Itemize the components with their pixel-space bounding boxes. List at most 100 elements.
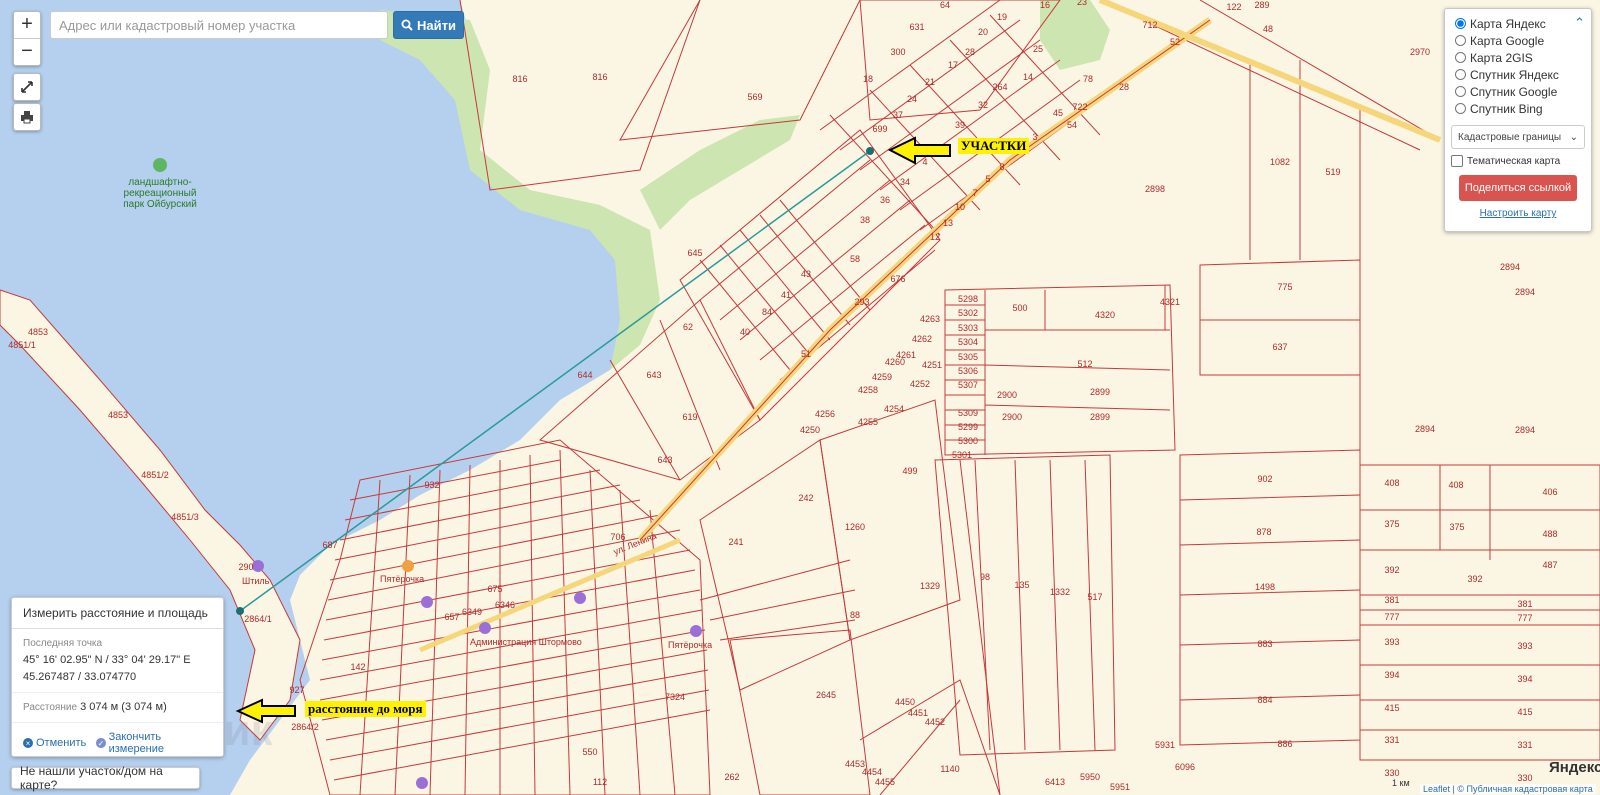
parcel-number-label[interactable]: 687: [322, 540, 337, 550]
admin-icon[interactable]: [479, 622, 491, 634]
parcel-number-label[interactable]: 722: [1072, 102, 1087, 112]
thematic-map-checkbox[interactable]: Тематическая карта: [1451, 155, 1585, 167]
parcel-number-label[interactable]: 242: [798, 493, 813, 503]
parcel-number-label[interactable]: 408: [1448, 480, 1463, 490]
parcel-number-label[interactable]: 927: [289, 685, 304, 695]
parcel-number-label[interactable]: 3: [1032, 132, 1037, 142]
parcel-number-label[interactable]: 816: [512, 74, 527, 84]
parcel-number-label[interactable]: 5303: [958, 323, 978, 333]
parcel-number-label[interactable]: 262: [724, 772, 739, 782]
parcel-number-label[interactable]: 902: [1257, 474, 1272, 484]
parcel-number-label[interactable]: 51: [801, 349, 811, 359]
parcel-number-label[interactable]: 381: [1384, 595, 1399, 605]
poi-icon[interactable]: [421, 596, 433, 608]
parcel-number-label[interactable]: 12: [930, 232, 940, 242]
parcel-number-label[interactable]: 512: [1077, 359, 1092, 369]
parcel-number-label[interactable]: 5309: [958, 408, 978, 418]
parcel-number-label[interactable]: 1140: [940, 764, 959, 774]
parcel-number-label[interactable]: 4452: [925, 717, 945, 727]
parcel-number-label[interactable]: 21: [925, 77, 935, 87]
parcel-number-label[interactable]: 4251: [922, 360, 942, 370]
parcel-number-label[interactable]: 5307: [958, 380, 978, 390]
parcel-number-label[interactable]: 675: [487, 584, 502, 594]
parcel-number-label[interactable]: 816: [592, 72, 607, 82]
parcel-number-label[interactable]: 393: [1517, 641, 1532, 651]
parcel-number-label[interactable]: 331: [1384, 735, 1399, 745]
parcel-number-label[interactable]: 28: [1119, 82, 1129, 92]
parcel-number-label[interactable]: 394: [1517, 674, 1532, 684]
parcel-number-label[interactable]: 330: [1384, 768, 1399, 778]
parcel-number-label[interactable]: 5300: [958, 436, 978, 446]
parcel-number-label[interactable]: 24: [907, 94, 917, 104]
parcel-number-label[interactable]: 643: [646, 370, 661, 380]
parcel-number-label[interactable]: 2900: [997, 390, 1017, 400]
parcel-number-label[interactable]: 4851/1: [8, 340, 36, 350]
parcel-number-label[interactable]: 2899: [1090, 412, 1110, 422]
parcel-number-label[interactable]: 84: [762, 307, 772, 317]
parcel-number-label[interactable]: 676: [890, 274, 905, 284]
parcel-number-label[interactable]: 6413: [1045, 777, 1065, 787]
parcel-number-label[interactable]: 5298: [958, 294, 978, 304]
configure-map-link[interactable]: Настроить карту: [1451, 208, 1585, 219]
parcel-number-label[interactable]: 16: [1040, 0, 1050, 10]
parcel-number-label[interactable]: 2894: [1415, 424, 1435, 434]
parcel-number-label[interactable]: 4258: [858, 385, 878, 395]
parcel-number-label[interactable]: 2864/2: [291, 722, 319, 732]
parcel-number-label[interactable]: 64: [940, 0, 950, 10]
parcel-number-label[interactable]: 4450: [895, 697, 915, 707]
parcel-number-label[interactable]: 38: [860, 215, 870, 225]
shop-icon[interactable]: [402, 560, 414, 572]
measure-point-end[interactable]: [866, 147, 874, 155]
parcel-number-label[interactable]: 300: [890, 47, 905, 57]
parcel-number-label[interactable]: 112: [593, 777, 607, 787]
not-found-button[interactable]: Не нашли участок/дом на карте?: [11, 764, 200, 792]
parcel-number-label[interactable]: 4851/2: [141, 470, 169, 480]
parcel-number-label[interactable]: 98: [980, 572, 990, 582]
parcel-number-label[interactable]: 4263: [920, 314, 940, 324]
parcel-number-label[interactable]: 699: [872, 124, 887, 134]
parcel-number-label[interactable]: 289: [1254, 0, 1269, 10]
layer-option-yandex-map[interactable]: Карта Яндекс: [1451, 15, 1585, 32]
fullscreen-button[interactable]: [13, 73, 41, 101]
parcel-number-label[interactable]: 657: [444, 612, 459, 622]
parcel-number-label[interactable]: 6349: [462, 607, 482, 617]
parcel-number-label[interactable]: 1082: [1270, 157, 1290, 167]
parcel-number-label[interactable]: 4851/3: [171, 512, 199, 522]
parcel-number-label[interactable]: 241: [728, 537, 743, 547]
parcel-number-label[interactable]: 135: [1014, 580, 1029, 590]
parcel-number-label[interactable]: 406: [1542, 487, 1557, 497]
parcel-number-label[interactable]: 4259: [872, 372, 892, 382]
parcel-number-label[interactable]: 499: [902, 466, 917, 476]
parcel-number-label[interactable]: 643: [657, 455, 672, 465]
layer-option-yandex-satellite[interactable]: Спутник Яндекс: [1451, 66, 1585, 83]
parcel-number-label[interactable]: 78: [1083, 74, 1093, 84]
parcel-number-label[interactable]: 5299: [958, 422, 978, 432]
parcel-number-label[interactable]: 631: [909, 22, 924, 32]
parcel-number-label[interactable]: 4260: [885, 357, 905, 367]
parcel-number-label[interactable]: 2970: [1410, 47, 1430, 57]
parcel-number-label[interactable]: 331: [1517, 740, 1532, 750]
parcel-number-label[interactable]: 41: [781, 290, 791, 300]
parcel-number-label[interactable]: 878: [1256, 527, 1271, 537]
parcel-number-label[interactable]: 6096: [1175, 762, 1195, 772]
parcel-number-label[interactable]: 394: [1384, 670, 1399, 680]
print-button[interactable]: [13, 103, 41, 131]
parcel-number-label[interactable]: 10: [955, 202, 965, 212]
parcel-number-label[interactable]: 2898: [1145, 184, 1165, 194]
parcel-number-label[interactable]: 569: [747, 92, 762, 102]
parcel-number-label[interactable]: 19: [997, 12, 1007, 22]
poi-icon[interactable]: [690, 625, 702, 637]
parcel-number-label[interactable]: 4254: [884, 404, 904, 414]
parcel-number-label[interactable]: 32: [978, 100, 988, 110]
parcel-number-label[interactable]: 415: [1384, 703, 1399, 713]
layer-option-google-map[interactable]: Карта Google: [1451, 32, 1585, 49]
parcel-number-label[interactable]: 775: [1277, 282, 1292, 292]
parcel-number-label[interactable]: 4255: [858, 417, 878, 427]
parcel-number-label[interactable]: 122: [1226, 2, 1241, 12]
parcel-number-label[interactable]: 500: [1012, 303, 1027, 313]
layer-option-bing-satellite[interactable]: Спутник Bing: [1451, 100, 1585, 117]
parcel-number-label[interactable]: 2894: [1515, 425, 1535, 435]
parcel-number-label[interactable]: 7: [972, 188, 977, 198]
parcel-number-label[interactable]: 5304: [958, 337, 978, 347]
parcel-number-label[interactable]: 4262: [912, 334, 932, 344]
